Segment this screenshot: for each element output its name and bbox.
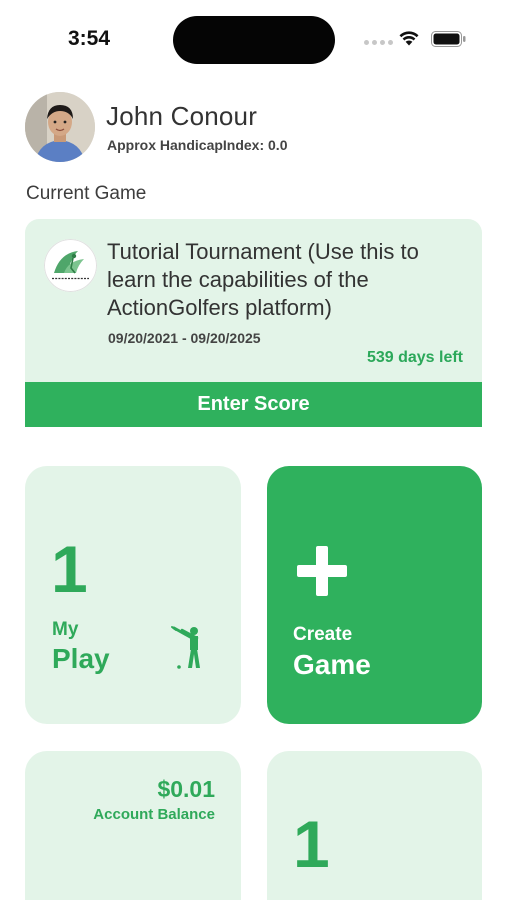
create-game-tile[interactable]: Create Game [267, 466, 482, 724]
battery-icon [431, 31, 466, 47]
plus-icon [297, 546, 347, 596]
my-play-tile[interactable]: 1 My Play [25, 466, 241, 724]
enter-score-button[interactable]: Enter Score [25, 382, 482, 427]
user-avatar-photo [25, 92, 95, 162]
golfer-icon [171, 626, 200, 669]
account-balance-tile[interactable]: $0.01 Account Balance [25, 751, 241, 900]
create-game-label-line2: Game [293, 649, 371, 680]
days-left: 539 days left [366, 349, 463, 366]
home-screen: 3:54 John Conour Approx HandicapIndex: 0… [0, 0, 507, 900]
current-game-card[interactable]: Tutorial Tournament (Use this to learn t… [25, 219, 482, 427]
game-title: Tutorial Tournament (Use this to learn t… [107, 239, 419, 320]
count-tile-number: 1 [293, 807, 330, 881]
status-time: 3:54 [68, 27, 111, 50]
wifi-icon [399, 31, 419, 46]
dynamic-island [173, 16, 335, 64]
actiongolfers-logo [44, 239, 97, 292]
count-tile[interactable]: 1 [267, 751, 482, 900]
my-play-label-line2: Play [52, 643, 110, 674]
balance-label: Account Balance [93, 806, 215, 823]
my-play-label-line1: My [52, 619, 79, 640]
signal-dots-icon [364, 40, 393, 45]
current-game-heading: Current Game [26, 183, 147, 204]
profile-name: John Conour [106, 101, 258, 131]
balance-amount: $0.01 [157, 776, 215, 802]
game-dates: 09/20/2021 - 09/20/2025 [108, 330, 261, 346]
my-play-count: 1 [51, 532, 88, 606]
create-game-label-line1: Create [293, 624, 353, 645]
avatar[interactable] [25, 92, 95, 162]
handicap-index: Approx HandicapIndex: 0.0 [107, 137, 288, 153]
